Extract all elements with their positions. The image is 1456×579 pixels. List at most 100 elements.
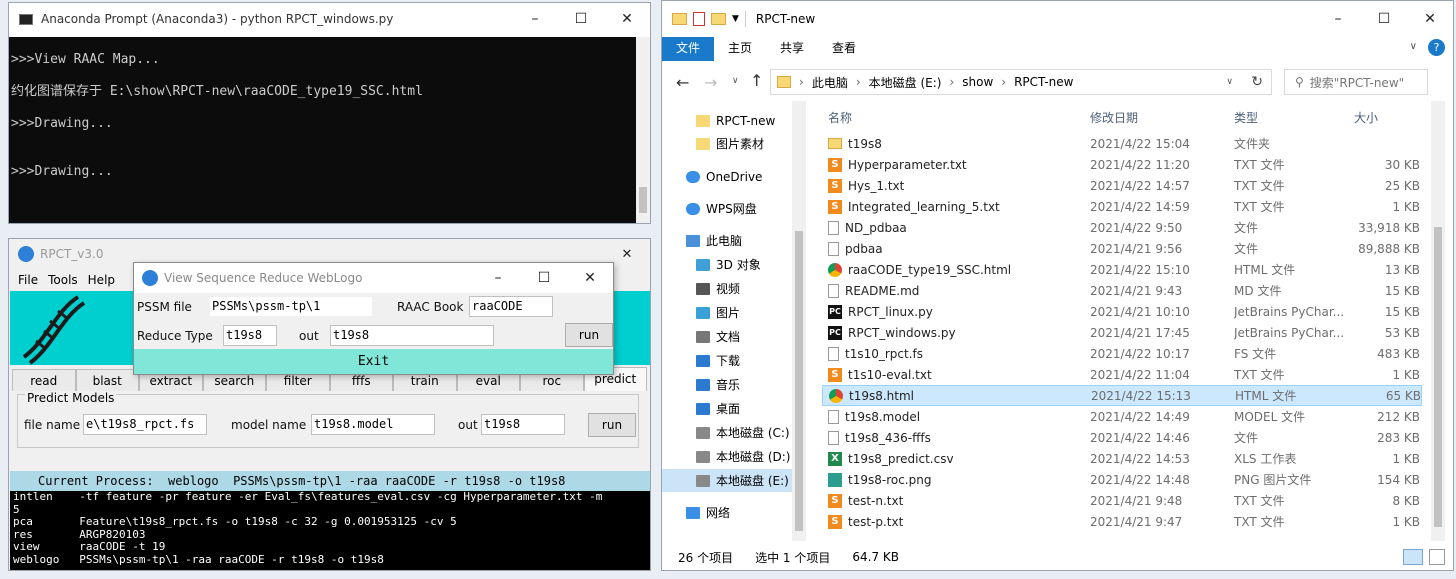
dialog-minimize-button[interactable]: – [475, 263, 521, 293]
nav-item[interactable]: 视频 [662, 277, 792, 300]
file-row[interactable]: Xt19s8_predict.csv 2021/4/22 14:53 XLS 工作表… [822, 448, 1422, 469]
column-size[interactable]: 大小 [1354, 109, 1378, 126]
file-name-cell: t19s8.model [828, 409, 920, 424]
raac-book-input[interactable]: raaCODE [469, 296, 553, 317]
file-name: raaCODE_type19_SSC.html [848, 262, 1012, 277]
file-row[interactable]: README.md 2021/4/21 9:43 MD 文件 15 KB [822, 280, 1422, 301]
file-type: TXT 文件 [1234, 200, 1285, 214]
file-name-input[interactable]: e\t19s8_rpct.fs [83, 414, 207, 435]
menu-file[interactable]: File [18, 273, 38, 287]
column-date[interactable]: 修改日期 [1090, 109, 1138, 126]
file-row[interactable]: St1s10-eval.txt 2021/4/22 11:04 TXT 文件 1 KB [822, 364, 1422, 385]
nav-scrollbar[interactable] [792, 101, 806, 541]
tab-read[interactable]: read [12, 369, 76, 391]
file-row[interactable]: Stest-n.txt 2021/4/21 9:48 TXT 文件 8 KB [822, 490, 1422, 511]
chevron-down-icon[interactable]: ∨ [1226, 77, 1233, 87]
maximize-button[interactable]: ☐ [558, 3, 604, 35]
file-row[interactable]: Stest-p.txt 2021/4/21 9:47 TXT 文件 1 KB [822, 511, 1422, 532]
menu-tools[interactable]: Tools [48, 273, 78, 287]
chevron-down-icon[interactable]: ∨ [1410, 41, 1417, 52]
breadcrumb-item[interactable]: RPCT-new [1014, 75, 1073, 89]
file-row[interactable]: ND_pdbaa 2021/4/22 9:50 文件 33,918 KB [822, 217, 1422, 238]
ribbon-tab-home[interactable]: 主页 [714, 37, 766, 61]
close-button[interactable]: ✕ [604, 3, 650, 35]
nav-item[interactable]: 此电脑 [662, 229, 792, 252]
nav-item[interactable]: 文档 [662, 325, 792, 348]
file-row[interactable]: S Hyperparameter.txt 2021/4/22 11:20 TXT 文件… [822, 154, 1422, 175]
nav-item[interactable]: 图片素材 [662, 132, 792, 155]
list-scrollbar[interactable] [1431, 101, 1445, 541]
properties-icon[interactable] [693, 12, 705, 26]
nav-item[interactable]: WPS网盘 [662, 197, 792, 220]
file-row[interactable]: pdbaa 2021/4/21 9:56 文件 89,888 KB [822, 238, 1422, 259]
nav-item[interactable]: 网络 [662, 501, 792, 524]
column-name[interactable]: 名称 [828, 109, 852, 126]
file-name-cell: t1s10_rpct.fs [828, 346, 923, 361]
run-button[interactable]: run [588, 413, 636, 437]
file-row[interactable]: S Integrated_learning_5.txt 2021/4/22 14:5… [822, 196, 1422, 217]
search-input[interactable]: ⚲ 搜索"RPCT-new" [1284, 69, 1428, 95]
up-icon[interactable]: ↑ [750, 71, 763, 90]
tab-blast[interactable]: blast [75, 369, 139, 391]
image-icon [828, 472, 842, 487]
dialog-close-button[interactable]: ✕ [567, 263, 613, 293]
details-view-icon[interactable] [1403, 549, 1423, 565]
nav-item[interactable]: 桌面 [662, 397, 792, 420]
popup-run-button[interactable]: run [565, 323, 613, 347]
file-row[interactable]: t19s8_436-fffs 2021/4/22 14:46 文件 283 KB [822, 427, 1422, 448]
file-row[interactable]: PC RPCT_linux.py 2021/4/21 10:10 JetBrains … [822, 301, 1422, 322]
out-input[interactable]: t19s8 [481, 414, 565, 435]
file-row[interactable]: raaCODE_type19_SSC.html 2021/4/22 15:10 HT… [822, 259, 1422, 280]
dialog-maximize-button[interactable]: ☐ [521, 263, 567, 293]
breadcrumb-item[interactable]: 此电脑 [812, 74, 848, 91]
explorer-maximize-button[interactable]: ☐ [1361, 1, 1407, 37]
breadcrumb-item[interactable]: show [962, 75, 993, 89]
breadcrumb-item[interactable]: 本地磁盘 (E:) [869, 74, 942, 91]
file-name-cell: Stest-n.txt [828, 493, 903, 508]
file-name-cell: ND_pdbaa [828, 220, 907, 235]
ribbon-tab-file[interactable]: 文件 [662, 37, 714, 61]
file-type: JetBrains PyChar... [1234, 325, 1344, 340]
nav-item[interactable]: 图片 [662, 301, 792, 324]
help-icon[interactable]: ? [1428, 39, 1445, 56]
nav-item[interactable]: 本地磁盘 (E:) [662, 469, 792, 492]
refresh-icon[interactable]: ↻ [1251, 74, 1263, 90]
exit-button[interactable]: Exit [134, 349, 613, 374]
nav-item[interactable]: 本地磁盘 (C:) [662, 421, 792, 444]
explorer-minimize-button[interactable]: – [1315, 1, 1361, 37]
reduce-type-input[interactable]: t19s8 [223, 325, 277, 346]
forward-icon[interactable]: → [704, 73, 717, 92]
ribbon-tab-view[interactable]: 查看 [818, 37, 870, 61]
nav-item[interactable]: 3D 对象 [662, 253, 792, 276]
nav-item[interactable]: OneDrive [662, 165, 792, 188]
popup-out-input[interactable]: t19s8 [330, 325, 494, 346]
nav-item[interactable]: 下载 [662, 349, 792, 372]
console-scrollbar[interactable] [636, 37, 650, 223]
explorer-close-button[interactable]: ✕ [1407, 1, 1453, 37]
console-output[interactable]: >>>View RAAC Map... 约化图谱保存于 E:\show\RPCT… [9, 37, 636, 223]
back-icon[interactable]: ← [676, 73, 689, 92]
nav-item[interactable]: 音乐 [662, 373, 792, 396]
file-row[interactable]: t19s8.html 2021/4/22 15:13 HTML 文件 65 KB [822, 385, 1422, 406]
column-type[interactable]: 类型 [1234, 109, 1344, 126]
file-row[interactable]: t19s8-roc.png 2021/4/22 14:48 PNG 图片文件 154 … [822, 469, 1422, 490]
model-name-input[interactable]: t19s8.model [311, 414, 435, 435]
nav-item[interactable]: RPCT-new [662, 109, 792, 132]
chevron-down-icon[interactable]: ∨ [732, 76, 739, 86]
ribbon-tab-share[interactable]: 共享 [766, 37, 818, 61]
nav-item[interactable]: 本地磁盘 (D:) [662, 445, 792, 468]
file-row[interactable]: t1s10_rpct.fs 2021/4/22 10:17 FS 文件 483 KB [822, 343, 1422, 364]
download-icon [696, 354, 710, 367]
minimize-button[interactable]: – [512, 3, 558, 35]
new-folder-icon[interactable] [711, 13, 726, 25]
chevron-down-icon[interactable]: ▼ [732, 14, 739, 24]
breadcrumb[interactable]: › 此电脑 › 本地磁盘 (E:) › show › RPCT-new ∨ ↻ [770, 69, 1272, 95]
file-row[interactable]: t19s8 2021/4/22 15:04 文件夹 [822, 133, 1422, 154]
file-row[interactable]: t19s8.model 2021/4/22 14:49 MODEL 文件 212 KB [822, 406, 1422, 427]
folder-icon[interactable] [672, 13, 687, 25]
pssm-file-input[interactable]: PSSMs\pssm-tp\1 [209, 296, 373, 317]
file-row[interactable]: PC RPCT_windows.py 2021/4/21 17:45 JetBrain… [822, 322, 1422, 343]
file-row[interactable]: S Hys_1.txt 2021/4/22 14:57 TXT 文件 25 KB [822, 175, 1422, 196]
tiles-view-icon[interactable] [1429, 549, 1445, 565]
menu-help[interactable]: Help [88, 273, 115, 287]
